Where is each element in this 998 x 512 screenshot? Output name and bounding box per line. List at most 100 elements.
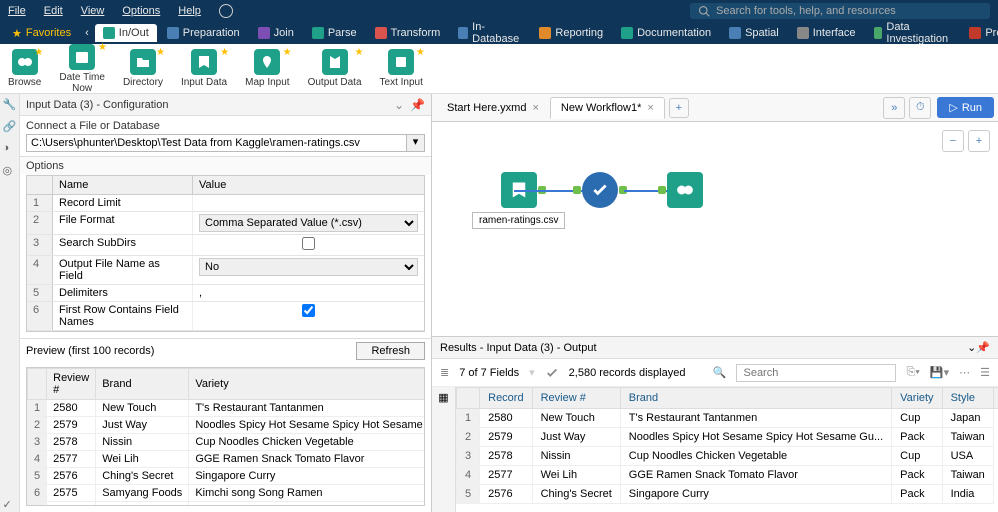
tool-input-data[interactable]: ★Input Data (181, 49, 227, 88)
close-icon[interactable]: × (647, 102, 653, 114)
option-checkbox[interactable] (302, 304, 315, 317)
ribbon-tab-join[interactable]: Join (250, 24, 302, 42)
node-input-data[interactable]: ramen-ratings.csv (472, 172, 565, 229)
doc-tab-start[interactable]: Start Here.yxmd× (436, 97, 550, 119)
check-icon[interactable]: ✓ (3, 498, 17, 512)
ribbon-tab-preparation[interactable]: Preparation (159, 24, 248, 42)
preview-col[interactable]: Variety (189, 369, 425, 400)
option-name: Delimiters (53, 285, 193, 301)
pin-icon[interactable]: 📌 (410, 98, 425, 112)
palette-icon[interactable]: ◑ (3, 142, 17, 156)
results-col[interactable] (457, 388, 480, 409)
dots-icon[interactable]: ⋯ (959, 366, 970, 379)
menu-edit[interactable]: Edit (44, 5, 63, 17)
star-icon: ★ (156, 47, 165, 58)
results-col[interactable]: Brand (620, 388, 891, 409)
options-row: 6First Row Contains Field Names (27, 302, 424, 331)
schedule-button[interactable]: ⏱ (909, 97, 931, 119)
workflow-canvas[interactable]: − + ramen-ratings.csv (432, 122, 998, 336)
results-title: Results - Input Data (3) - Output (440, 342, 597, 354)
ribbon-tab-parse[interactable]: Parse (304, 24, 365, 42)
ribbon-tab-interface[interactable]: Interface (789, 24, 864, 42)
menu-help[interactable]: Help (178, 5, 201, 17)
ribbon-tab-predictive[interactable]: Predictive (961, 24, 998, 42)
wrench-icon[interactable]: 🔧 (3, 98, 17, 112)
doc-tab-workflow[interactable]: New Workflow1*× (550, 97, 665, 119)
export-icon[interactable]: ⎘▾ (906, 366, 919, 379)
results-search[interactable] (736, 364, 896, 382)
table-row[interactable]: 42577Wei LihGGE Ramen Snack Tomato Flavo… (28, 451, 426, 468)
preview-col[interactable]: Review # (47, 369, 96, 400)
tool-map-input[interactable]: ★Map Input (245, 49, 289, 88)
tool-directory[interactable]: ★Directory (123, 49, 163, 88)
node-select[interactable] (582, 172, 618, 208)
results-col[interactable]: Record (480, 388, 532, 409)
preview-col[interactable]: Brand (96, 369, 189, 400)
tool-text-input[interactable]: ★Text Input (380, 49, 423, 88)
option-name: Record Limit (53, 195, 193, 211)
global-search[interactable]: Search for tools, help, and resources (690, 3, 990, 19)
table-row[interactable]: 12580New TouchT's Restaurant Tantanmen (28, 400, 426, 417)
node-browse[interactable] (667, 172, 703, 208)
table-row[interactable]: 32578NissinCup Noodles Chicken Vegetable (28, 434, 426, 451)
tool-browse[interactable]: ★Browse (8, 49, 41, 88)
preview-title: Preview (first 100 records) (26, 345, 154, 357)
tool-output-data[interactable]: ★Output Data (308, 49, 362, 88)
refresh-button[interactable]: Refresh (356, 342, 425, 360)
file-path-dropdown[interactable]: ▾ (407, 134, 425, 152)
target-icon[interactable]: ◎ (3, 164, 17, 178)
table-row[interactable]: 22579Just WayNoodles Spicy Hot Sesame Sp… (28, 417, 426, 434)
option-value[interactable]: , (199, 287, 202, 299)
add-tab-button[interactable]: + (669, 98, 689, 118)
option-select[interactable]: No (199, 258, 418, 276)
overflow-button[interactable]: » (883, 97, 905, 119)
ribbon-tab-documentation[interactable]: Documentation (613, 24, 719, 42)
table-row[interactable]: 52576Ching's SecretSingapore CurryPackIn… (457, 485, 998, 504)
config-panel: 🔧 🔗 ◑ ◎ ✓ Input Data (3) - Configuration… (0, 94, 432, 512)
ribbon-scroll-left[interactable]: ‹ (81, 27, 93, 39)
options-table: Name Value 1Record Limit2File FormatComm… (26, 175, 425, 332)
table-row[interactable]: 32578NissinCup Noodles Chicken Vegetable… (457, 447, 998, 466)
list-icon[interactable]: ☰ (980, 366, 990, 379)
options-row: 1Record Limit (27, 195, 424, 212)
run-button[interactable]: ▷ Run (937, 97, 994, 118)
results-col[interactable]: Country (993, 388, 998, 409)
results-col[interactable]: Variety (892, 388, 942, 409)
file-path-input[interactable] (26, 134, 407, 152)
save-icon[interactable]: 💾▾ (930, 366, 949, 379)
table-row[interactable]: 52576Ching's SecretSingapore Curry (28, 468, 426, 485)
zoom-in-button[interactable]: + (968, 130, 990, 152)
results-table: RecordReview #BrandVarietyStyleCountry 1… (456, 387, 998, 504)
zoom-out-button[interactable]: − (942, 130, 964, 152)
menu-view[interactable]: View (81, 5, 105, 17)
table-row[interactable]: 12580New TouchT's Restaurant TantanmenCu… (457, 409, 998, 428)
option-name: File Format (53, 212, 193, 234)
messages-icon[interactable]: ≣ (440, 366, 449, 379)
menu-file[interactable]: File (8, 5, 26, 17)
table-row[interactable]: 62575Samyang FoodsKimchi song Song Ramen (28, 485, 426, 502)
results-col[interactable]: Review # (532, 388, 620, 409)
option-checkbox[interactable] (302, 237, 315, 250)
star-icon: ★ (98, 42, 107, 53)
pin-icon[interactable]: 📌 (976, 341, 990, 354)
close-icon[interactable]: × (532, 102, 538, 114)
ribbon-favorites[interactable]: ★ Favorites (4, 24, 79, 43)
table-row[interactable]: 72574AcecookSpice Deli Tantan Men With C… (28, 502, 426, 507)
menu-options[interactable]: Options (122, 5, 160, 17)
chevron-down-icon[interactable]: ⌄ (394, 98, 404, 112)
tool-datetime-now[interactable]: ★Date Time Now (59, 44, 105, 94)
ribbon-tab-transform[interactable]: Transform (367, 24, 449, 42)
chevron-down-icon[interactable]: ⌄ (967, 341, 976, 354)
ribbon-tab-inout[interactable]: In/Out (95, 24, 157, 42)
preview-col[interactable] (28, 369, 47, 400)
ribbon-tab-reporting[interactable]: Reporting (531, 24, 611, 42)
results-col[interactable]: Style (942, 388, 993, 409)
ribbon-tab-spatial[interactable]: Spatial (721, 24, 787, 42)
option-select[interactable]: Comma Separated Value (*.csv) (199, 214, 418, 232)
link-icon[interactable]: 🔗 (3, 120, 17, 134)
table-row[interactable]: 42577Wei LihGGE Ramen Snack Tomato Flavo… (457, 466, 998, 485)
tool-strip: ★Browse ★Date Time Now ★Directory ★Input… (0, 44, 998, 94)
table-row[interactable]: 22579Just WayNoodles Spicy Hot Sesame Sp… (457, 428, 998, 447)
globe-icon[interactable] (219, 4, 233, 18)
table-icon[interactable]: ▦ (438, 391, 448, 404)
